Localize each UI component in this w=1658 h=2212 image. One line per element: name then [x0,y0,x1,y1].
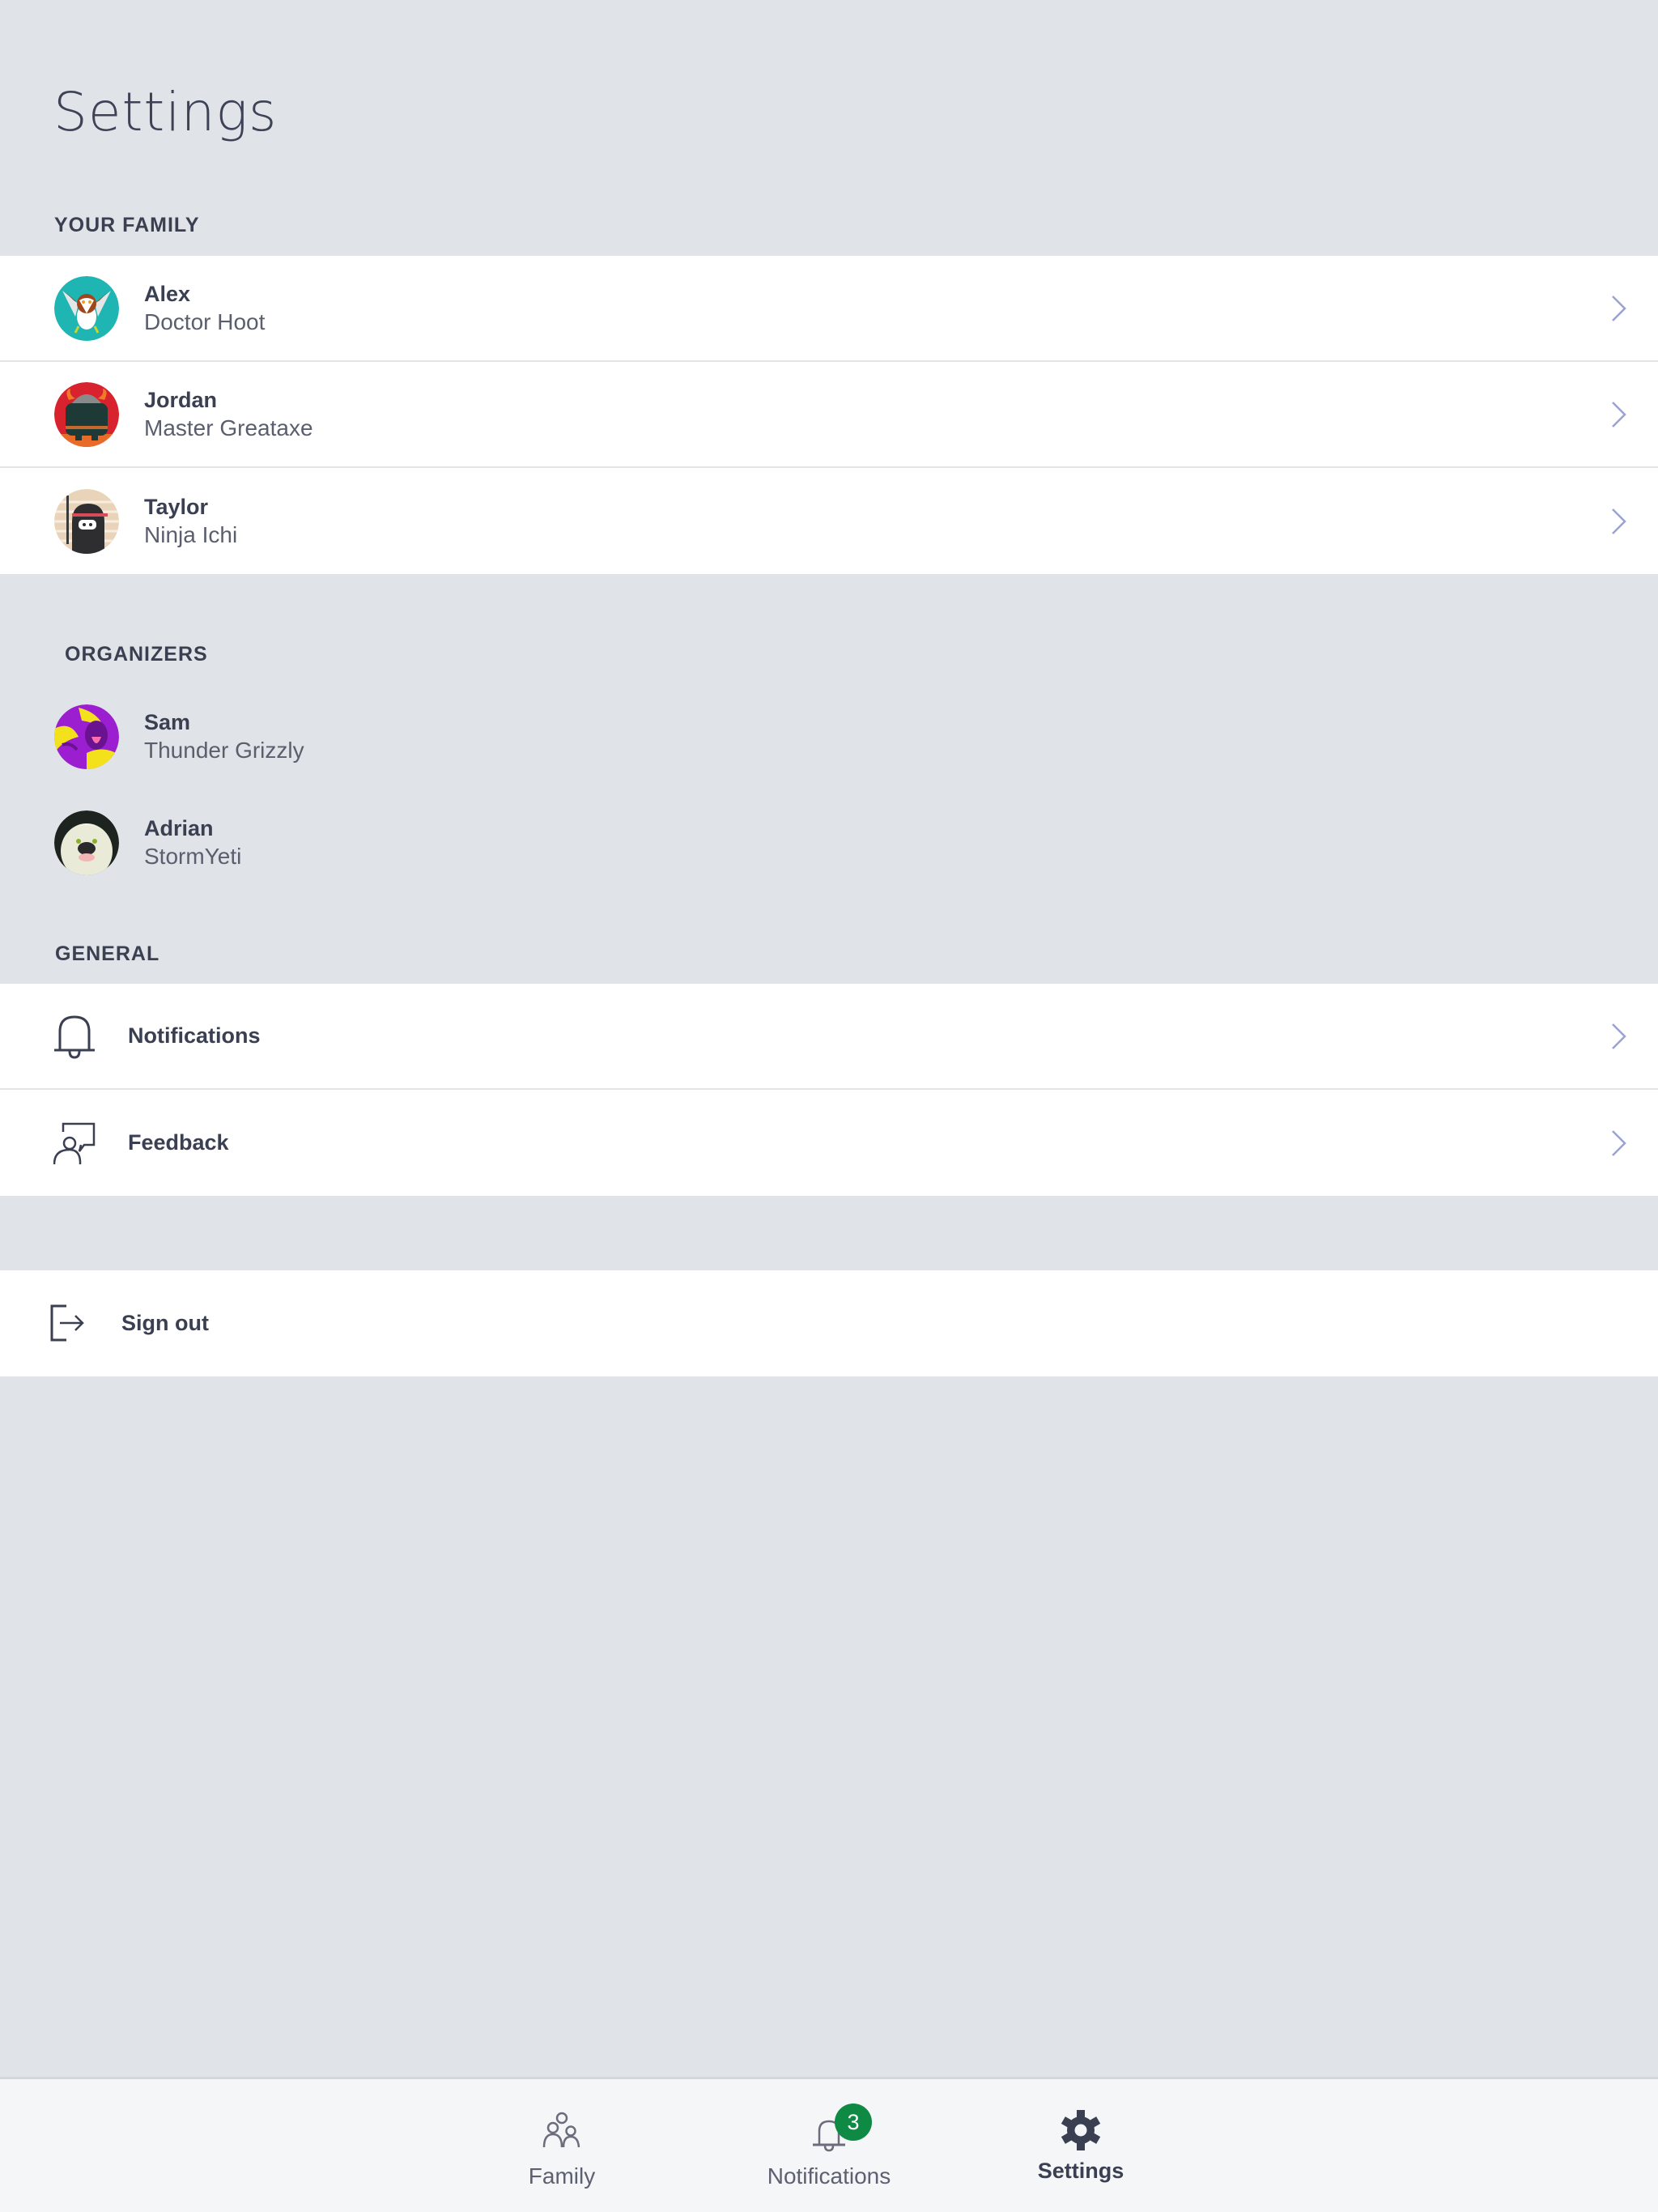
tab-notifications[interactable]: 3 Notifications [740,2079,918,2212]
family-list: Alex Doctor Hoot Jordan Master Greataxe [0,256,1658,574]
bottom-navigation: Family 3 Notifications Settings [0,2077,1658,2212]
sign-out-icon [49,1301,91,1346]
member-gamertag: Doctor Hoot [144,308,266,334]
family-member-row[interactable]: Taylor Ninja Ichi [0,468,1658,574]
organizer-row: Sam Thunder Grizzly [0,696,1658,777]
viking-beast-avatar [54,381,119,447]
ninja-avatar [54,488,119,554]
sign-out-block: Sign out [0,1270,1658,1376]
sign-out-label: Sign out [121,1311,209,1335]
organizer-row: Adrian StormYeti [0,802,1658,883]
chevron-right-icon [1611,295,1627,322]
sign-out-button[interactable]: Sign out [0,1270,1658,1376]
member-name: Jordan [144,387,218,412]
family-icon [542,2112,582,2149]
page-title: Settings [53,81,278,143]
notification-count-badge: 3 [835,2104,872,2141]
notifications-settings-row[interactable]: Notifications [0,984,1658,1090]
notifications-label: Notifications [128,1023,261,1048]
feedback-row[interactable]: Feedback [0,1090,1658,1196]
owl-avatar [54,275,119,341]
feedback-label: Feedback [128,1130,229,1155]
family-member-row[interactable]: Jordan Master Greataxe [0,362,1658,468]
section-label-general: GENERAL [55,942,160,965]
yeti-avatar [54,810,119,875]
organizer-name: Adrian [144,816,214,840]
organizer-gamertag: Thunder Grizzly [144,738,304,763]
organizer-name: Sam [144,710,191,734]
gear-icon [1059,2108,1103,2152]
section-label-your-family: YOUR FAMILY [54,214,200,236]
tab-settings[interactable]: Settings [992,2079,1170,2212]
chevron-right-icon [1611,401,1627,428]
bell-icon [53,1014,96,1059]
tab-family[interactable]: Family [473,2079,651,2212]
member-name: Alex [144,281,191,306]
chevron-right-icon [1611,1129,1627,1157]
member-gamertag: Master Greataxe [144,415,313,440]
chevron-right-icon [1611,1023,1627,1050]
tab-label: Notifications [767,2163,891,2189]
family-member-row[interactable]: Alex Doctor Hoot [0,256,1658,362]
section-label-organizers: ORGANIZERS [65,643,208,666]
general-list: Notifications Feedback [0,984,1658,1196]
organizer-gamertag: StormYeti [144,844,242,869]
member-name: Taylor [144,494,209,519]
feedback-icon [53,1121,96,1166]
grizzly-avatar [54,704,119,769]
tab-label: Settings [1037,2159,1124,2183]
member-gamertag: Ninja Ichi [144,521,238,547]
tab-label: Family [528,2163,596,2189]
chevron-right-icon [1611,508,1627,535]
